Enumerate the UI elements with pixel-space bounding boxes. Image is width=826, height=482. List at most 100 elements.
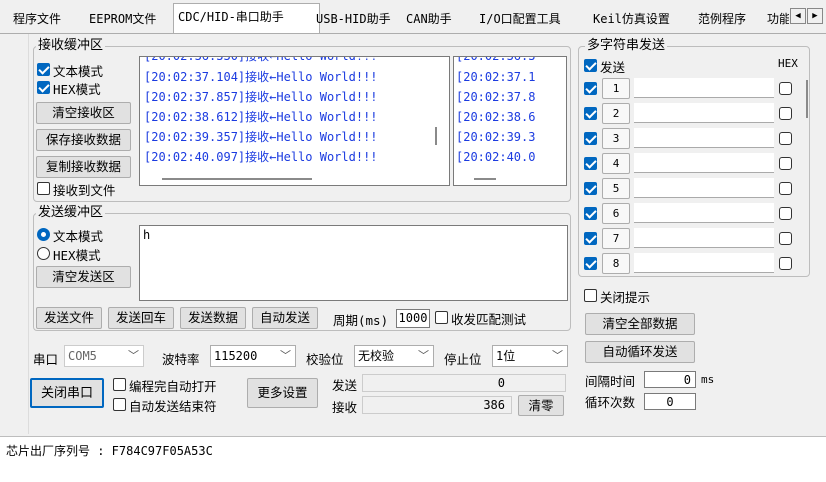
- multi-row-send-button[interactable]: 6: [602, 203, 630, 224]
- send-data-button[interactable]: 发送数据: [180, 307, 246, 329]
- multi-row-input[interactable]: [634, 128, 774, 148]
- receive-hex-area[interactable]: [20:02:36.3 [20:02:37.1 [20:02:37.8 [20:…: [453, 56, 567, 186]
- tab-functions[interactable]: 功能: [767, 6, 789, 32]
- multi-row-send-button[interactable]: 5: [602, 178, 630, 199]
- multi-row-hex-checkbox[interactable]: [779, 232, 792, 245]
- parity-label: 校验位: [306, 352, 344, 367]
- tab-program-file[interactable]: 程序文件: [13, 6, 61, 32]
- tx-hex-mode-label: HEX模式: [53, 248, 101, 263]
- tab-keil-sim[interactable]: Keil仿真设置: [593, 6, 670, 32]
- multi-row-input[interactable]: [634, 78, 774, 98]
- multi-row-checkbox[interactable]: [584, 132, 597, 145]
- copy-receive-button[interactable]: 复制接收数据: [36, 156, 131, 178]
- rx-line: [20:02:38.612]接收←Hello World!!!: [144, 110, 378, 124]
- multi-row-checkbox[interactable]: [584, 107, 597, 120]
- port-select[interactable]: COM5 ﹀: [64, 345, 144, 367]
- rx-to-file-label: 接收到文件: [53, 183, 116, 198]
- multi-row-checkbox[interactable]: [584, 232, 597, 245]
- multi-row-input[interactable]: [634, 178, 774, 198]
- tx-text-mode-label: 文本模式: [53, 229, 104, 244]
- clear-count-button[interactable]: 清零: [518, 395, 564, 416]
- tab-io-config[interactable]: I/O口配置工具: [479, 6, 561, 32]
- multi-row-hex-checkbox[interactable]: [779, 257, 792, 270]
- more-settings-button[interactable]: 更多设置: [247, 378, 318, 408]
- parity-select[interactable]: 无校验 ﹀: [354, 345, 434, 367]
- rx-line: [20:02:39.357]接收←Hello World!!!: [144, 130, 378, 144]
- multi-row-checkbox[interactable]: [584, 82, 597, 95]
- multi-row-hex-checkbox[interactable]: [779, 132, 792, 145]
- multi-row-hex-checkbox[interactable]: [779, 207, 792, 220]
- rx-hex-horizontal-scrollbar[interactable]: [474, 178, 496, 180]
- chip-serial-text: 芯片出厂序列号 : F784C97F05A53C: [6, 444, 213, 458]
- save-receive-button[interactable]: 保存接收数据: [36, 129, 131, 151]
- multi-row-send-button[interactable]: 4: [602, 153, 630, 174]
- auto-send-button[interactable]: 自动发送: [252, 307, 318, 329]
- rx-to-file-checkbox[interactable]: [37, 182, 50, 195]
- clear-receive-button[interactable]: 清空接收区: [36, 102, 131, 124]
- rx-horizontal-scrollbar[interactable]: [162, 178, 312, 180]
- clear-send-button[interactable]: 清空发送区: [36, 266, 131, 288]
- period-label: 周期(ms): [333, 313, 389, 328]
- close-tip-checkbox[interactable]: [584, 289, 597, 302]
- multi-row-checkbox[interactable]: [584, 182, 597, 195]
- stop-label: 停止位: [444, 352, 482, 367]
- multi-row-input[interactable]: [634, 153, 774, 173]
- multi-hex-label: HEX: [778, 57, 798, 70]
- rx-hex-line: [20:02:37.8: [456, 90, 536, 104]
- stop-select[interactable]: 1位 ﹀: [492, 345, 568, 367]
- rx-vertical-scrollbar[interactable]: [435, 127, 437, 145]
- auto-send-end-checkbox[interactable]: [113, 398, 126, 411]
- multi-row-checkbox[interactable]: [584, 207, 597, 220]
- clear-all-button[interactable]: 清空全部数据: [585, 313, 695, 335]
- multi-row-send-button[interactable]: 3: [602, 128, 630, 149]
- multi-row-checkbox[interactable]: [584, 257, 597, 270]
- chevron-down-icon: ﹀: [128, 349, 139, 362]
- baud-select[interactable]: 115200 ﹀: [210, 345, 296, 367]
- interval-input[interactable]: 0: [644, 371, 696, 388]
- auto-open-checkbox[interactable]: [113, 378, 126, 391]
- multi-row-send-button[interactable]: 1: [602, 78, 630, 99]
- multi-row-input[interactable]: [634, 228, 774, 248]
- tab-examples[interactable]: 范例程序: [698, 6, 746, 32]
- multi-row-hex-checkbox[interactable]: [779, 182, 792, 195]
- multi-row-send-button[interactable]: 8: [602, 253, 630, 274]
- tab-usb-hid[interactable]: USB-HID助手: [316, 6, 391, 32]
- multi-row-send-button[interactable]: 7: [602, 228, 630, 249]
- multi-row-checkbox[interactable]: [584, 157, 597, 170]
- multi-row-hex-checkbox[interactable]: [779, 107, 792, 120]
- multi-row-hex-checkbox[interactable]: [779, 82, 792, 95]
- multi-send-all-checkbox[interactable]: [584, 59, 597, 72]
- loop-count-input[interactable]: 0: [644, 393, 696, 410]
- send-group-title: 发送缓冲区: [36, 205, 106, 220]
- multi-row-input[interactable]: [634, 203, 774, 223]
- tab-can[interactable]: CAN助手: [406, 6, 452, 32]
- baud-label: 波特率: [162, 352, 200, 367]
- close-port-button[interactable]: 关闭串口: [30, 378, 104, 408]
- auto-loop-button[interactable]: 自动循环发送: [585, 341, 695, 363]
- multi-row-input[interactable]: [634, 253, 774, 273]
- tx-hex-mode-radio[interactable]: [37, 247, 50, 260]
- rx-line: [20:02:37.104]接收←Hello World!!!: [144, 70, 378, 84]
- auto-send-end-label: 自动发送结束符: [129, 399, 217, 414]
- receive-text-area[interactable]: [20:02:36.330]接收←Hello World!!! [20:02:3…: [139, 56, 450, 186]
- multi-vertical-scrollbar[interactable]: [806, 80, 808, 118]
- send-enter-button[interactable]: 发送回车: [108, 307, 174, 329]
- multi-row-hex-checkbox[interactable]: [779, 157, 792, 170]
- send-file-button[interactable]: 发送文件: [36, 307, 102, 329]
- multi-row-input[interactable]: [634, 103, 774, 123]
- rx-hex-mode-checkbox[interactable]: [37, 81, 50, 94]
- tab-eeprom-file[interactable]: EEPROM文件: [89, 6, 156, 32]
- match-test-label: 收发匹配测试: [451, 312, 527, 327]
- chevron-down-icon: ﹀: [280, 349, 291, 362]
- match-test-checkbox[interactable]: [435, 311, 448, 324]
- period-input[interactable]: 1000: [396, 309, 430, 328]
- tab-scroll-left-icon[interactable]: ◀: [790, 8, 806, 24]
- multi-row-send-button[interactable]: 2: [602, 103, 630, 124]
- tx-text-mode-radio[interactable]: [37, 228, 50, 241]
- multi-send-label: 发送: [600, 60, 626, 75]
- tab-scroll-right-icon[interactable]: ▶: [807, 8, 823, 24]
- rx-text-mode-checkbox[interactable]: [37, 63, 50, 76]
- rx-hex-line: [20:02:37.1: [456, 70, 536, 84]
- tab-cdc-hid-serial[interactable]: CDC/HID-串口助手: [173, 3, 320, 34]
- send-text-area[interactable]: h: [139, 225, 568, 301]
